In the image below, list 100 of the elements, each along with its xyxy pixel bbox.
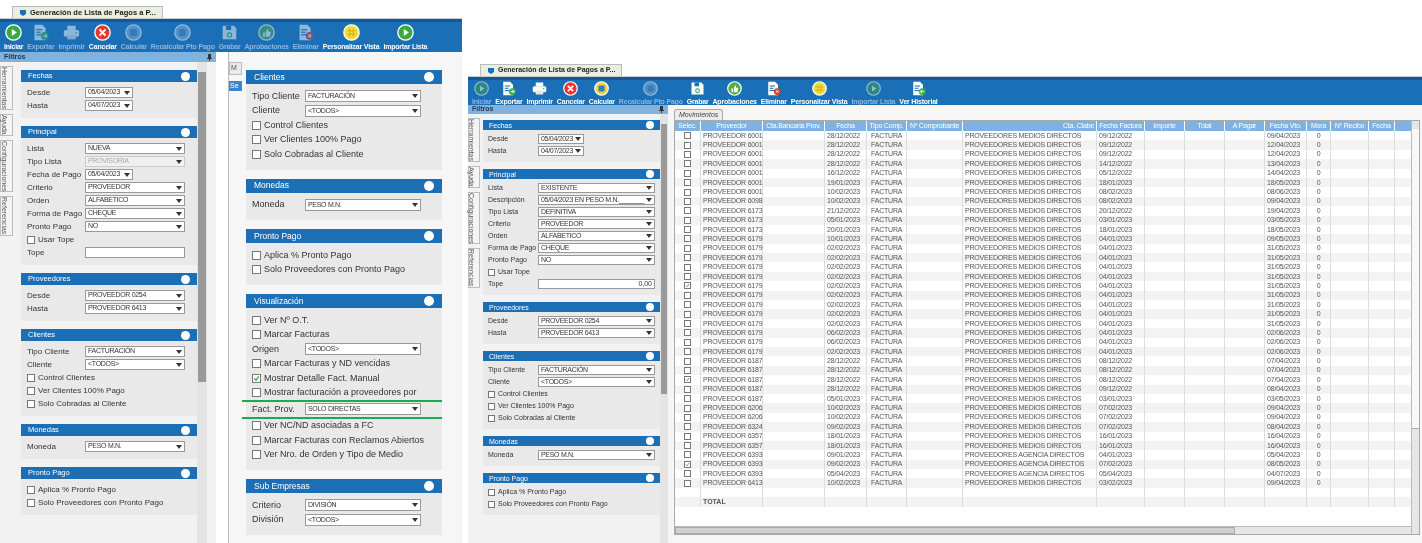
checkbox-label: Ver Clientes 100% Pago [264,133,362,146]
checkbox[interactable] [684,460,691,468]
caret-icon [646,453,652,457]
checkbox[interactable] [684,254,691,262]
checkbox[interactable] [684,310,691,318]
checkbox[interactable] [684,442,691,450]
checkbox[interactable] [684,432,691,440]
panel-title: Monedas [254,181,289,190]
checkbox[interactable] [684,320,691,327]
checkbox[interactable] [27,485,35,494]
vertical-scrollbar[interactable] [1411,121,1419,534]
checkbox[interactable] [684,263,691,271]
checkbox[interactable] [684,366,691,374]
collapse-icon[interactable] [424,180,434,191]
checkbox[interactable] [252,135,261,145]
collapse-icon[interactable] [181,468,190,478]
checkbox[interactable] [488,414,495,422]
checkbox[interactable] [252,149,261,159]
checkbox[interactable] [684,197,691,205]
scrollbar[interactable] [660,114,668,543]
checkbox[interactable] [684,244,691,252]
caret-icon [412,517,418,522]
checkbox[interactable] [684,357,691,365]
checkbox[interactable] [684,216,691,224]
checkbox[interactable] [684,291,691,299]
collapse-icon[interactable] [646,170,654,178]
checkbox[interactable] [684,329,691,337]
checkbox[interactable] [252,421,261,431]
checkbox[interactable] [252,250,261,260]
caret-icon [176,146,182,151]
collapse-icon[interactable] [181,274,190,284]
field-label: Fecha de Pago [27,168,83,181]
caret-icon [176,362,182,367]
checkbox[interactable] [252,120,261,130]
checkbox[interactable] [684,179,691,187]
collapse-icon[interactable] [181,330,190,340]
caret-icon [176,198,182,203]
checkbox[interactable] [684,413,691,421]
collapse-icon[interactable] [424,296,434,306]
scrollbar[interactable] [197,62,207,543]
checkbox[interactable] [684,188,691,196]
checkbox[interactable] [684,423,691,431]
pin-icon[interactable] [207,53,212,61]
checkbox[interactable] [684,395,691,403]
checkbox[interactable] [27,386,35,395]
checkbox[interactable] [684,376,691,384]
collapse-icon[interactable] [646,303,654,311]
checkbox[interactable] [684,226,691,234]
collapse-icon[interactable] [646,474,654,482]
checkbox[interactable] [684,470,691,478]
checkbox[interactable] [684,160,691,168]
checkbox[interactable] [684,348,691,356]
checkbox[interactable] [684,338,691,346]
checkbox[interactable] [684,404,691,412]
collapse-icon[interactable] [424,481,434,491]
check-icon [685,377,690,383]
checkbox[interactable] [27,399,35,408]
caret-icon [412,347,418,352]
checkbox[interactable] [252,373,261,383]
collapse-icon[interactable] [424,72,434,82]
collapse-icon[interactable] [181,425,190,435]
checkbox[interactable] [684,385,691,393]
collapse-icon[interactable] [646,352,654,360]
checkbox[interactable] [488,500,495,508]
checkbox[interactable] [252,330,261,340]
checkbox[interactable] [684,169,691,177]
checkbox[interactable] [488,488,495,496]
checkbox[interactable] [684,451,691,459]
checkbox[interactable] [252,435,261,445]
checkbox[interactable] [684,141,691,149]
checkbox[interactable] [684,282,691,290]
field-label: Hasta [27,302,49,315]
collapse-icon[interactable] [181,127,190,137]
checkbox[interactable] [684,207,691,215]
print-icon [63,24,81,41]
checkbox[interactable] [27,498,35,507]
checkbox[interactable] [27,373,35,382]
collapse-icon[interactable] [181,71,190,81]
checkbox[interactable] [252,450,261,460]
checkbox[interactable] [684,132,691,140]
checkbox[interactable] [488,268,495,276]
app-icon [487,66,495,75]
checkbox[interactable] [684,235,691,243]
checkbox[interactable] [684,301,691,309]
collapse-icon[interactable] [646,437,654,445]
checkbox[interactable] [684,273,691,281]
horizontal-scrollbar[interactable] [675,526,1411,534]
text-field[interactable] [85,247,185,258]
checkbox[interactable] [684,150,691,158]
checkbox[interactable] [488,402,495,410]
checkbox[interactable] [252,315,261,325]
collapse-icon[interactable] [424,231,434,241]
pin-icon[interactable] [659,106,664,113]
checkbox[interactable] [684,479,691,487]
checkbox[interactable] [27,235,35,244]
checkbox[interactable] [252,359,261,369]
collapse-icon[interactable] [646,121,654,129]
checkbox[interactable] [252,265,261,275]
checkbox[interactable] [488,390,495,398]
checkbox[interactable] [252,388,261,398]
